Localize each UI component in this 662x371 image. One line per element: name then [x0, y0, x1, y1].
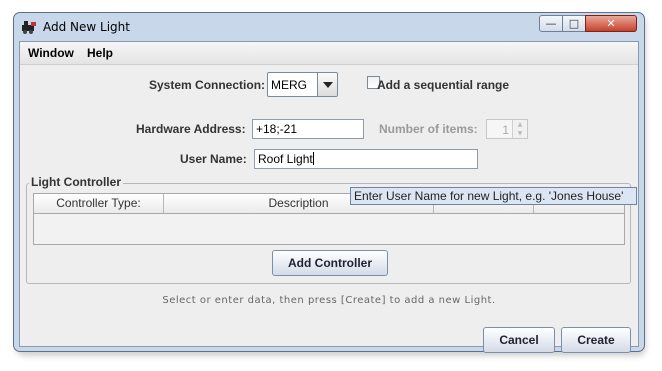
system-connection-select[interactable]: MERG — [267, 72, 338, 97]
maximize-icon: □ — [568, 17, 580, 30]
light-controller-title: Light Controller — [29, 175, 123, 189]
spin-down-icon[interactable]: ▼ — [512, 129, 527, 138]
dialog-content: Window Help System Connection: MERG Add … — [19, 41, 639, 353]
text-caret — [312, 152, 314, 165]
number-of-items-spinner[interactable]: 1 ▲ ▼ — [486, 119, 528, 139]
window-title: Add New Light — [43, 20, 130, 34]
maximize-button[interactable]: □ — [562, 15, 586, 32]
menu-help[interactable]: Help — [87, 46, 113, 60]
user-name-tooltip: Enter User Name for new Light, e.g. 'Jon… — [350, 187, 637, 205]
hardware-address-field[interactable]: +18;-21 — [252, 119, 364, 139]
title-bar[interactable]: Add New Light — □ ✕ — [14, 13, 644, 41]
create-button[interactable]: Create — [561, 327, 631, 353]
minimize-icon: — — [545, 17, 557, 30]
cancel-button[interactable]: Cancel — [483, 327, 555, 353]
minimize-button[interactable]: — — [539, 15, 563, 32]
user-name-field[interactable]: Roof Light — [254, 149, 478, 169]
column-controller-type[interactable]: Controller Type: — [34, 194, 164, 213]
number-of-items-value: 1 — [502, 123, 509, 137]
close-icon: ✕ — [606, 17, 616, 30]
close-button[interactable]: ✕ — [585, 15, 637, 32]
hardware-address-label: Hardware Address: — [136, 122, 246, 136]
system-connection-value: MERG — [271, 78, 307, 92]
chevron-down-icon[interactable] — [317, 73, 337, 96]
system-connection-label: System Connection: — [149, 78, 266, 92]
instruction-hint: Select or enter data, then press [Create… — [162, 295, 496, 306]
number-of-items-label: Number of items: — [379, 122, 478, 136]
add-controller-button[interactable]: Add Controller — [272, 250, 388, 276]
user-name-value: Roof Light — [258, 152, 313, 166]
dialog-window: Add New Light — □ ✕ Window Help System C… — [13, 12, 645, 353]
menu-window[interactable]: Window — [28, 46, 74, 60]
sequential-range-label[interactable]: Add a sequential range — [377, 78, 509, 92]
user-name-label: User Name: — [180, 152, 247, 166]
menu-bar: Window Help — [20, 42, 638, 65]
train-app-icon — [22, 21, 36, 34]
